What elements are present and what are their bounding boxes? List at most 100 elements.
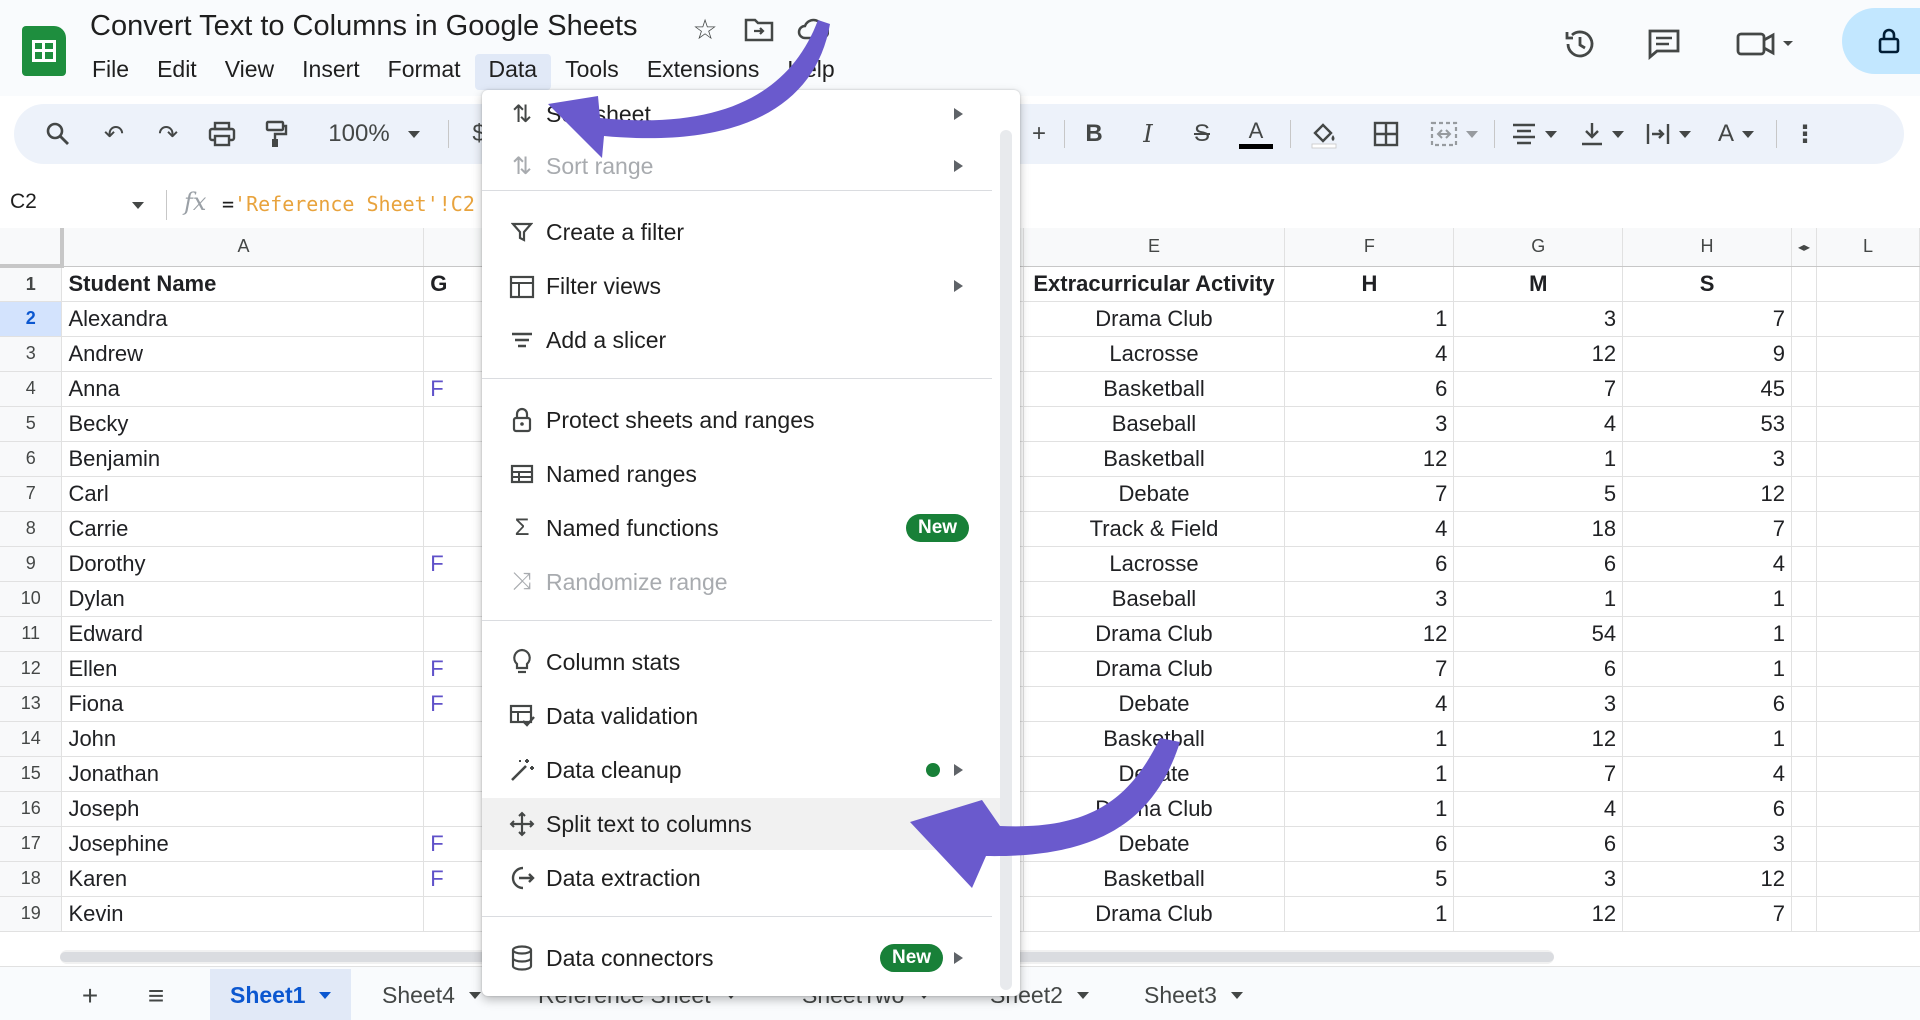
cell[interactable] [1816,511,1920,547]
cell[interactable]: 4 [1453,791,1624,827]
print-icon[interactable] [204,114,240,154]
text-rotation-icon[interactable]: A [1708,114,1764,154]
cell[interactable] [1816,616,1920,652]
cell[interactable] [1791,616,1818,652]
cell[interactable]: 7 [1622,511,1792,547]
cell[interactable] [1816,581,1920,617]
cell[interactable]: 3 [1622,826,1792,862]
cell[interactable]: 53 [1622,406,1792,442]
menu-view[interactable]: View [211,54,288,90]
menu-item-named-ranges[interactable]: Named ranges [482,448,1002,500]
cell[interactable]: 1 [1284,756,1455,792]
cell[interactable]: John [61,721,425,757]
column-header-l[interactable]: L [1816,228,1920,267]
row-header[interactable]: 18 [0,861,63,897]
cell[interactable]: 54 [1453,616,1624,652]
cell[interactable]: Lacrosse [1023,546,1286,582]
cell[interactable] [1791,651,1818,687]
cell[interactable]: 7 [1284,651,1455,687]
cell[interactable]: Drama Club [1023,616,1286,652]
cloud-status-icon[interactable] [796,12,830,46]
cell[interactable]: 1 [1284,301,1455,337]
cell[interactable] [1791,791,1818,827]
menu-data[interactable]: Data [474,54,552,90]
menu-item-create-filter[interactable]: Create a filter [482,206,1002,258]
zoom-select[interactable]: 100% [314,114,434,154]
cell[interactable]: Student Name [61,266,425,302]
cell[interactable]: Drama Club [1023,301,1286,337]
sheets-logo-icon[interactable] [22,26,66,76]
cell[interactable] [1816,371,1920,407]
cell[interactable] [1816,546,1920,582]
cell[interactable] [1791,826,1818,862]
cell[interactable]: 1 [1622,616,1792,652]
cell[interactable]: Baseball [1023,581,1286,617]
paint-format-icon[interactable] [258,114,294,154]
cell[interactable]: Anna [61,371,425,407]
row-header[interactable]: 16 [0,791,63,827]
cell[interactable]: 6 [1284,546,1455,582]
cell[interactable]: 3 [1622,441,1792,477]
row-header[interactable]: 6 [0,441,63,477]
meet-icon[interactable] [1730,20,1800,68]
move-folder-icon[interactable] [742,12,776,46]
cell[interactable]: H [1284,266,1455,302]
sheet-tab-sheet1[interactable]: Sheet1 [210,969,352,1020]
cell[interactable]: Alexandra [61,301,425,337]
cell[interactable]: Track & Field [1023,511,1286,547]
cell[interactable] [1791,861,1818,897]
menu-file[interactable]: File [78,54,143,90]
cell[interactable] [1791,371,1818,407]
all-sheets-icon[interactable]: ≡ [136,979,176,1013]
cell[interactable] [1816,896,1920,932]
cell[interactable]: 1 [1622,651,1792,687]
cell[interactable]: Edward [61,616,425,652]
row-header[interactable]: 8 [0,511,63,547]
column-header-a[interactable]: A [61,228,425,267]
cell[interactable]: 1 [1284,896,1455,932]
cell[interactable]: 7 [1453,756,1624,792]
cell[interactable]: 4 [1622,756,1792,792]
cell[interactable]: 7 [1622,896,1792,932]
menu-item-data-extraction[interactable]: Data extraction [482,852,1002,904]
cell[interactable]: Drama Club [1023,896,1286,932]
cell[interactable]: 1 [1622,581,1792,617]
cell[interactable]: Debate [1023,476,1286,512]
menu-item-add-slicer[interactable]: Add a slicer [482,314,1002,366]
cell[interactable]: 4 [1622,546,1792,582]
add-sheet-icon[interactable]: + [70,979,110,1013]
cell[interactable]: Andrew [61,336,425,372]
cell[interactable]: Debate [1023,686,1286,722]
vertical-align-icon[interactable] [1574,114,1630,154]
menu-item-column-stats[interactable]: Column stats [482,636,1002,688]
cell[interactable] [1816,721,1920,757]
cell[interactable]: 7 [1622,301,1792,337]
cell[interactable]: 9 [1622,336,1792,372]
cell[interactable] [1816,826,1920,862]
horizontal-align-icon[interactable] [1506,114,1562,154]
row-header[interactable]: 1 [0,266,63,302]
menu-item-named-functions[interactable]: Σ Named functions New [482,502,1002,554]
sheet-tab-sheet4[interactable]: Sheet4 [362,969,501,1020]
menu-item-sort-range[interactable]: ⇅ Sort range [482,140,1002,192]
cell[interactable]: 12 [1453,721,1624,757]
cell[interactable] [1816,756,1920,792]
cell[interactable]: 12 [1284,441,1455,477]
cell[interactable]: Ellen [61,651,425,687]
cell[interactable]: Debate [1023,756,1286,792]
version-history-icon[interactable] [1556,20,1604,68]
cell[interactable]: Carl [61,476,425,512]
cell[interactable] [1816,301,1920,337]
sheet-tab-sheet3[interactable]: Sheet3 [1124,969,1263,1020]
cell[interactable] [1791,581,1818,617]
cell[interactable]: 6 [1453,826,1624,862]
cell[interactable]: Karen [61,861,425,897]
row-header[interactable]: 5 [0,406,63,442]
menu-item-data-connectors[interactable]: Data connectors New [482,932,1002,984]
cell[interactable]: 3 [1453,861,1624,897]
cell[interactable] [1816,651,1920,687]
row-header[interactable]: 3 [0,336,63,372]
more-options-icon[interactable]: ⋮ [1790,114,1820,154]
cell[interactable]: 6 [1622,791,1792,827]
strikethrough-icon[interactable]: S [1184,114,1220,154]
